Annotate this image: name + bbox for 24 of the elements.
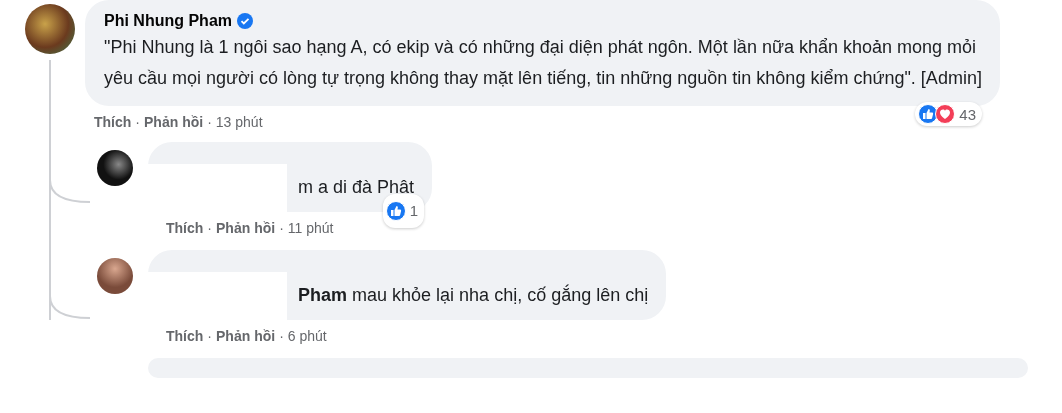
author-name[interactable]: Phi Nhung Pham <box>104 10 232 32</box>
like-icon <box>385 201 406 221</box>
reply-link[interactable]: Phản hồi <box>216 220 276 236</box>
timestamp[interactable]: 13 phút <box>215 114 263 130</box>
timestamp[interactable]: 11 phút <box>287 220 334 236</box>
avatar[interactable] <box>97 150 133 186</box>
reply-link[interactable]: Phản hồi <box>216 328 276 344</box>
avatar[interactable] <box>25 4 75 54</box>
separator-dot: · <box>279 220 284 236</box>
like-link[interactable]: Thích <box>166 220 204 236</box>
separator-dot: · <box>135 114 140 130</box>
separator-dot: · <box>207 328 212 344</box>
separator-dot: · <box>207 114 212 130</box>
separator-dot: · <box>207 220 212 236</box>
separator-dot: · <box>279 328 284 344</box>
comment-text: "Phi Nhung là 1 ngôi sao hạng A, có ekip và có những đại diện phát ngôn. Một lần nữa khẩn khoản mong mỏi yêu cầu mọi người có lòng tự trọng không thay mặt lên tiếng, tin những nguồn tin không kiểm chứng". [Admin] <box>104 36 982 90</box>
reaction-summary[interactable]: 43 <box>915 102 982 126</box>
reaction-summary[interactable]: 1 <box>382 194 425 228</box>
like-link[interactable]: Thích <box>94 114 132 130</box>
like-link[interactable]: Thích <box>166 328 204 344</box>
reply-link[interactable]: Phản hồi <box>144 114 204 130</box>
like-icon <box>918 104 939 124</box>
timestamp[interactable]: 6 phút <box>287 328 327 344</box>
avatar[interactable] <box>97 258 133 294</box>
